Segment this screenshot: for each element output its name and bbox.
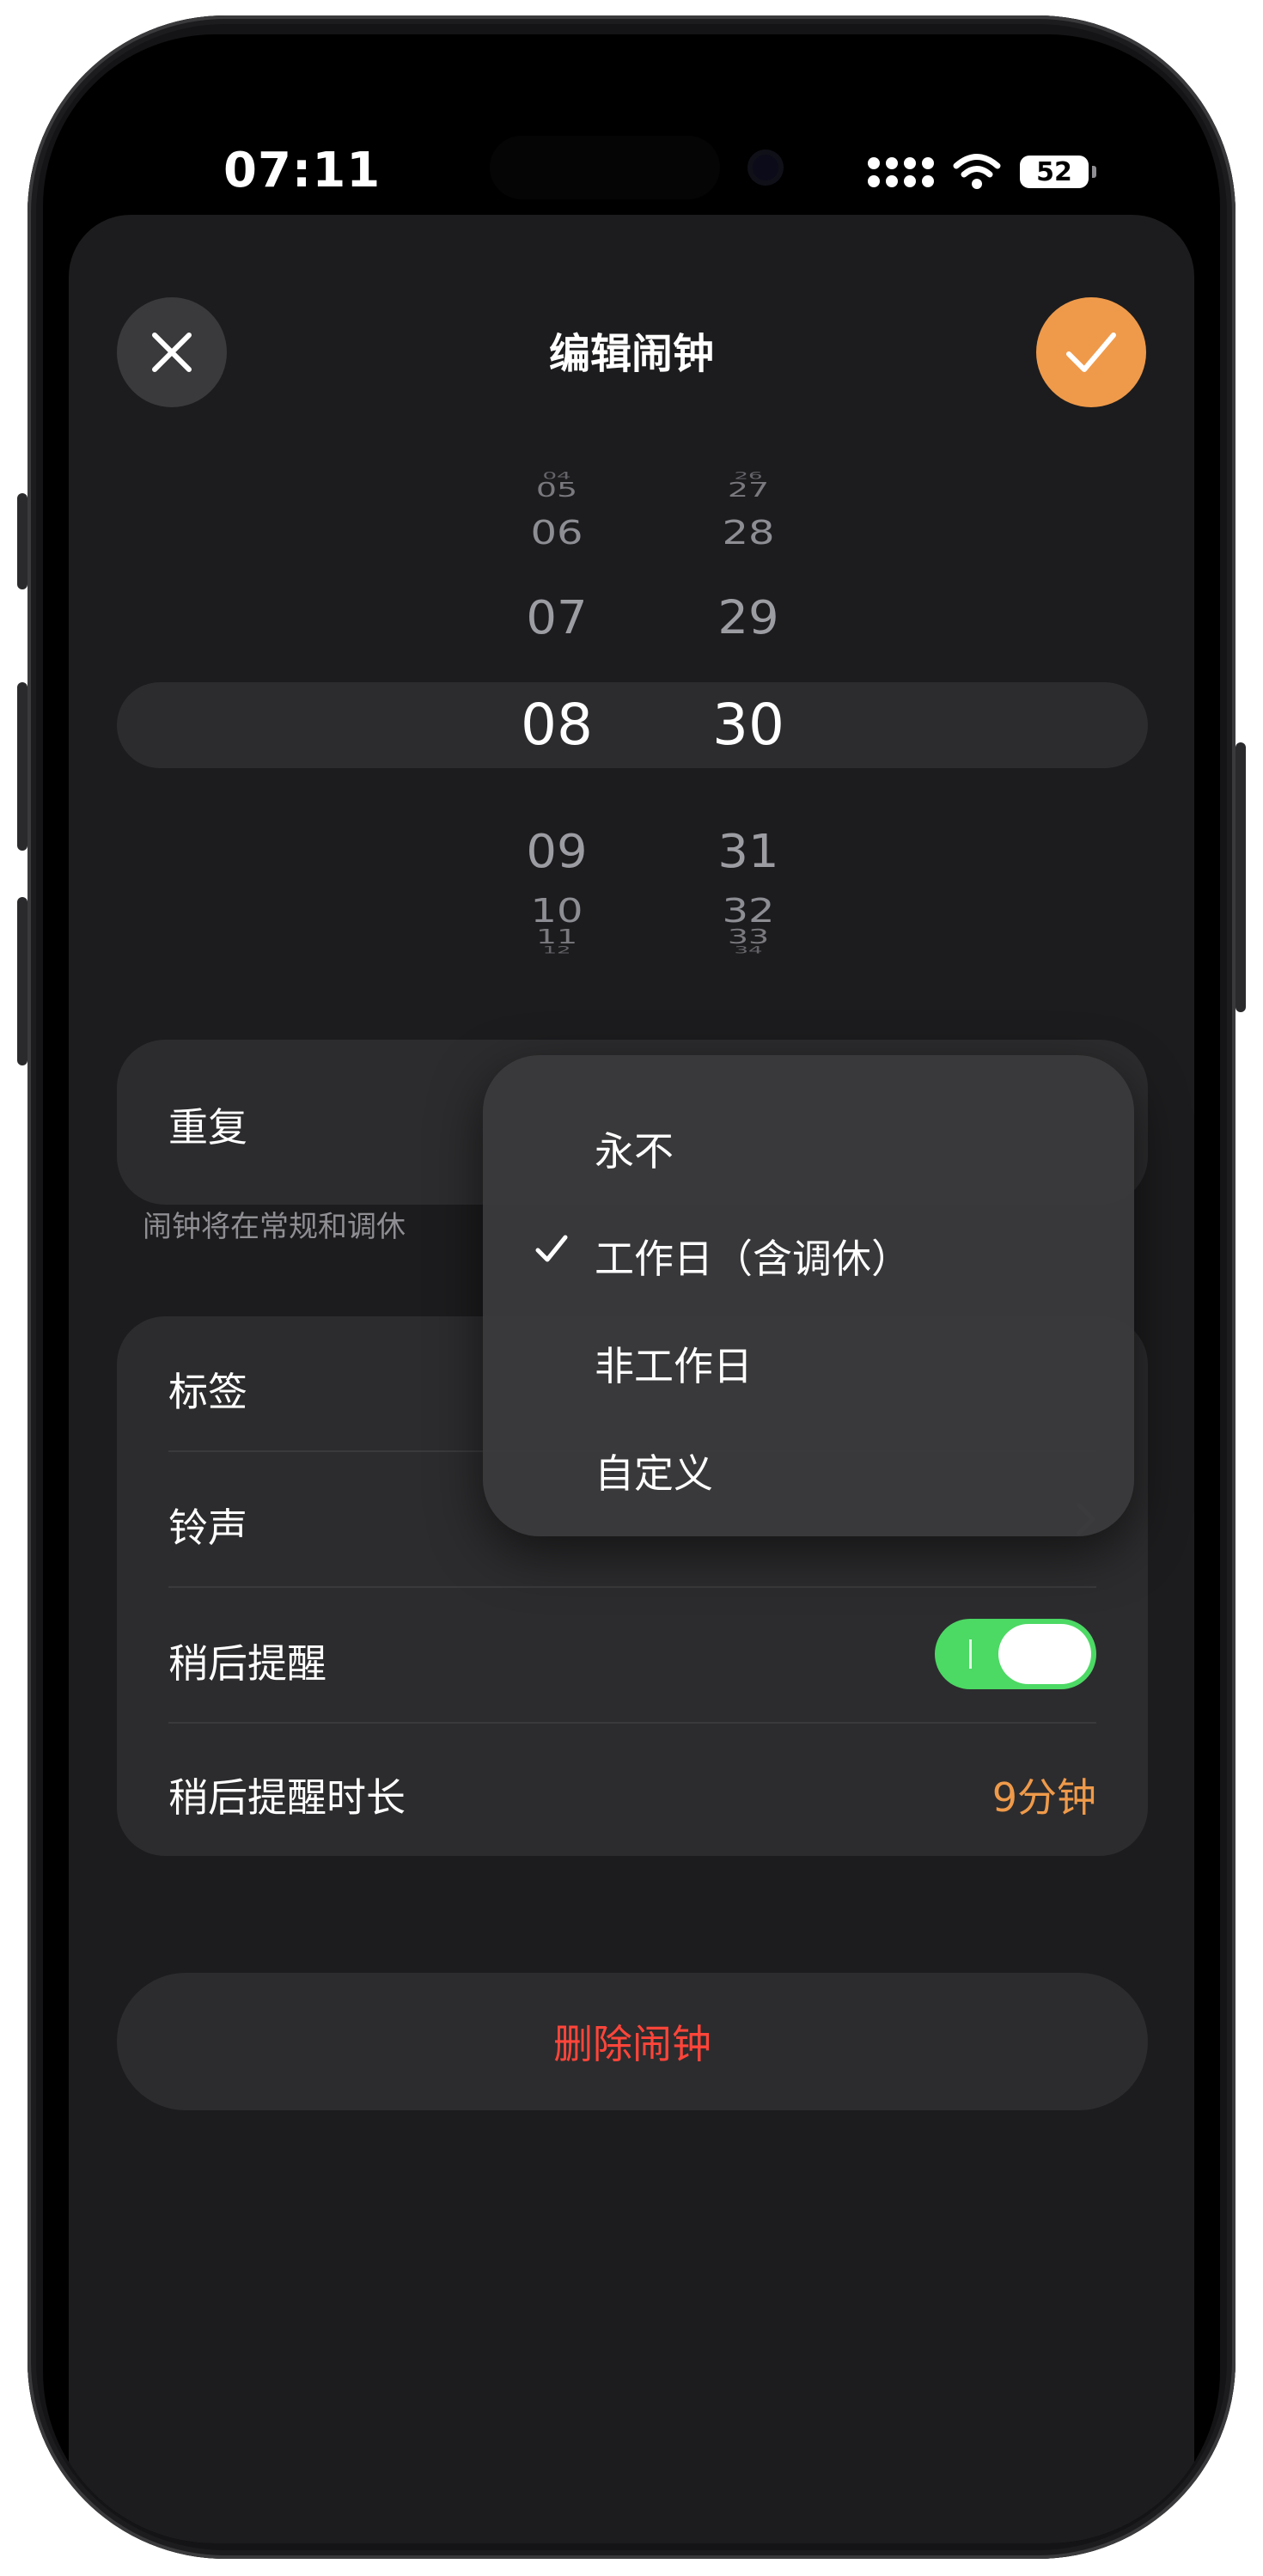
- volume-up-button: [17, 682, 27, 851]
- snooze-duration-row[interactable]: 稍后提醒时长 9分钟: [117, 1724, 1148, 1856]
- minute-option: 29: [717, 591, 779, 645]
- toggle-on-mark: [969, 1639, 972, 1669]
- minute-option: 30: [712, 692, 784, 758]
- menu-item-non-workdays[interactable]: 非工作日: [483, 1306, 1134, 1409]
- menu-item-label: 工作日（含调休）: [595, 1236, 911, 1282]
- snooze-duration-label: 稍后提醒时长: [168, 1774, 406, 1821]
- power-button: [1236, 742, 1246, 1012]
- hour-option: 05: [535, 478, 578, 502]
- cellular-signal-icon: [868, 156, 934, 187]
- battery-icon: 52: [1020, 156, 1096, 188]
- tag-label: 标签: [168, 1369, 247, 1415]
- time-picker[interactable]: 04 05 06 07 08 09 10 11 12 26 27 28 29 30 31 32 33 34: [69, 455, 1194, 956]
- menu-item-custom[interactable]: 自定义: [483, 1413, 1134, 1517]
- hour-option: 12: [542, 944, 571, 956]
- snooze-toggle[interactable]: [935, 1619, 1096, 1689]
- minute-option: 27: [727, 478, 770, 502]
- minute-option: 28: [722, 513, 775, 552]
- checkmark-icon: [1066, 333, 1116, 372]
- snooze-duration-value: 9分钟: [991, 1774, 1096, 1821]
- minute-wheel[interactable]: 26 27 28 29 30 31 32 33 34: [671, 455, 826, 956]
- hour-option: 08: [521, 692, 593, 758]
- confirm-button[interactable]: [1036, 297, 1146, 407]
- hour-option: 06: [530, 513, 583, 552]
- checkmark-icon: [535, 1235, 568, 1262]
- repeat-footnote: 闹钟将在常规和调休: [143, 1210, 406, 1244]
- delete-alarm-button[interactable]: 删除闹钟: [117, 1973, 1148, 2110]
- snooze-row: 稍后提醒: [117, 1588, 1148, 1722]
- minute-option: 34: [734, 944, 763, 956]
- menu-item-label: 自定义: [595, 1450, 713, 1497]
- repeat-label: 重复: [168, 1104, 247, 1151]
- status-icons: 52: [868, 146, 1096, 198]
- menu-item-never[interactable]: 永不: [483, 1091, 1134, 1194]
- action-button: [17, 493, 27, 589]
- minute-option: 31: [717, 825, 779, 879]
- hour-option: 07: [526, 591, 588, 645]
- hour-wheel[interactable]: 04 05 06 07 08 09 10 11 12: [479, 455, 634, 956]
- menu-item-label: 非工作日: [595, 1343, 753, 1389]
- ringtone-label: 铃声: [168, 1505, 247, 1551]
- repeat-menu: 永不 工作日（含调休） 非工作日 自定义: [483, 1055, 1134, 1536]
- volume-down-button: [17, 897, 27, 1065]
- hour-option: 09: [526, 825, 588, 879]
- menu-item-label: 永不: [595, 1128, 674, 1175]
- toggle-knob: [998, 1624, 1091, 1684]
- wifi-icon: [953, 154, 1001, 189]
- page-title: 编辑闹钟: [548, 330, 714, 378]
- dynamic-island: [490, 136, 720, 199]
- status-time: 07:11: [223, 143, 381, 198]
- menu-item-workdays[interactable]: 工作日（含调休）: [483, 1199, 1134, 1302]
- camera-icon: [747, 150, 784, 186]
- screen: 07:11 52 编辑闹钟 040506070809101112: [43, 34, 1220, 2543]
- snooze-label: 稍后提醒: [168, 1640, 326, 1687]
